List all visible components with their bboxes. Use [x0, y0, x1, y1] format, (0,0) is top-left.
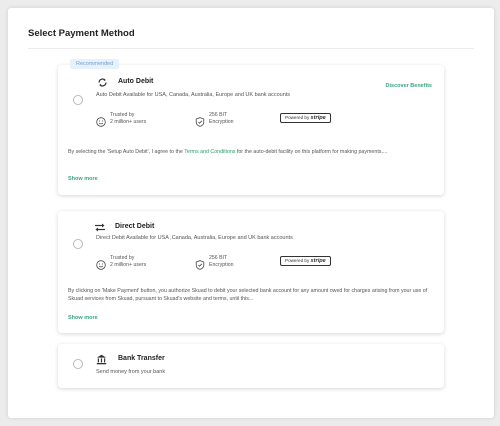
auto-debit-icon	[96, 76, 108, 88]
direct-debit-icon	[94, 221, 106, 233]
bank-transfer-name: Bank Transfer	[118, 355, 165, 362]
direct-debit-card[interactable]: Direct Debit Direct Debit Available for …	[58, 211, 444, 333]
bank-icon	[95, 353, 107, 365]
trusted-line2: 2 million+ users	[110, 119, 147, 126]
encryption-badge: 256 BIT Encryption	[195, 255, 234, 271]
auto-debit-description: Auto Debit Available for USA, Canada, Au…	[96, 92, 291, 98]
powered-by-label: Powered by	[285, 115, 310, 120]
title-divider	[28, 48, 474, 49]
powered-by-stripe-badge: Powered by stripe	[280, 256, 331, 266]
trusted-line2: 2 million+ users	[110, 262, 147, 269]
discover-benefits-link[interactable]: Discover Benefits	[386, 83, 432, 89]
consent-text-before: By selecting the 'Setup Auto Debit', I a…	[68, 149, 185, 155]
powered-by-stripe-badge: Powered by stripe	[280, 113, 331, 123]
recommended-badge: Recommended	[70, 59, 120, 69]
direct-debit-consent: By clicking on 'Make Payment' button, yo…	[68, 288, 428, 303]
show-more-link[interactable]: Show more	[68, 176, 98, 182]
consent-text-after: for the auto-debit facility on this plat…	[235, 149, 388, 155]
auto-debit-consent: By selecting the 'Setup Auto Debit', I a…	[68, 148, 432, 156]
trusted-line1: Trusted by	[110, 112, 135, 118]
bank-transfer-description: Send money from your bank	[96, 369, 166, 375]
smiley-icon	[96, 114, 106, 127]
bank-transfer-radio[interactable]	[73, 359, 83, 369]
page-title: Select Payment Method	[28, 28, 135, 39]
direct-debit-name: Direct Debit	[115, 223, 155, 230]
auto-debit-name: Auto Debit	[118, 78, 154, 85]
encryption-line1: 256 BIT	[209, 255, 228, 261]
encryption-badge: 256 BIT Encryption	[195, 112, 234, 128]
stripe-logo: stripe	[310, 258, 326, 264]
terms-link[interactable]: Terms and Conditions	[184, 149, 235, 155]
stripe-logo: stripe	[310, 115, 326, 121]
encryption-line2: Encryption	[209, 119, 234, 126]
show-more-link[interactable]: Show more	[68, 315, 98, 321]
smiley-icon	[96, 257, 106, 270]
bank-transfer-card[interactable]: Bank Transfer Send money from your bank	[58, 344, 444, 388]
trusted-line1: Trusted by	[110, 255, 135, 261]
direct-debit-radio[interactable]	[73, 239, 83, 249]
encryption-line1: 256 BIT	[209, 112, 228, 118]
direct-debit-description: Direct Debit Available for USA ,Canada, …	[96, 235, 293, 241]
shield-icon	[195, 114, 205, 128]
trusted-badge: Trusted by 2 million+ users	[96, 255, 146, 270]
shield-icon	[195, 257, 205, 271]
auto-debit-radio[interactable]	[73, 95, 83, 105]
encryption-line2: Encryption	[209, 262, 234, 269]
powered-by-label: Powered by	[285, 258, 310, 263]
auto-debit-card[interactable]: Recommended Auto Debit Auto Debit Availa…	[58, 59, 444, 195]
trusted-badge: Trusted by 2 million+ users	[96, 112, 146, 127]
